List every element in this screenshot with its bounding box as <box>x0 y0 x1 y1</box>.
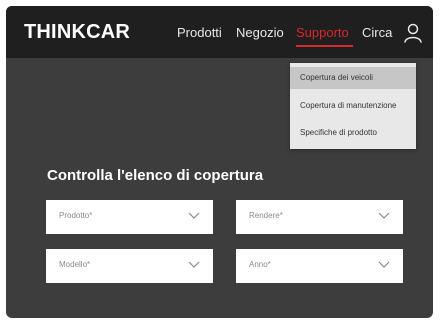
select-anno[interactable]: Anno* <box>236 249 403 283</box>
nav-circa[interactable]: Circa <box>362 25 392 40</box>
chevron-down-icon <box>188 261 200 268</box>
chevron-down-icon <box>378 261 390 268</box>
active-nav-underline <box>296 45 353 47</box>
select-placeholder: Modello* <box>59 260 91 269</box>
select-placeholder: Anno* <box>249 260 271 269</box>
nav-prodotti[interactable]: Prodotti <box>177 25 222 40</box>
nav-negozio[interactable]: Negozio <box>236 25 284 40</box>
menu-item-copertura-manutenzione[interactable]: Copertura di manutenzione <box>290 95 416 117</box>
page-frame: THINKCAR Prodotti Negozio Supporto Circa… <box>6 6 433 318</box>
support-dropdown-menu: Copertura dei veicoli Copertura di manut… <box>290 63 416 149</box>
user-icon[interactable] <box>404 23 422 43</box>
thinkcar-logo[interactable]: THINKCAR <box>24 21 130 44</box>
menu-item-copertura-veicoli[interactable]: Copertura dei veicoli <box>290 67 416 89</box>
select-rendere[interactable]: Rendere* <box>236 200 403 234</box>
select-prodotto[interactable]: Prodotto* <box>46 200 213 234</box>
menu-item-specifiche-prodotto[interactable]: Specifiche di prodotto <box>290 122 416 144</box>
nav-supporto[interactable]: Supporto <box>296 25 349 40</box>
chevron-down-icon <box>378 212 390 219</box>
top-navbar: THINKCAR Prodotti Negozio Supporto Circa <box>6 6 433 58</box>
select-placeholder: Rendere* <box>249 211 283 220</box>
select-placeholder: Prodotto* <box>59 211 93 220</box>
chevron-down-icon <box>188 212 200 219</box>
select-modello[interactable]: Modello* <box>46 249 213 283</box>
coverage-section-title: Controlla l'elenco di copertura <box>47 167 264 184</box>
